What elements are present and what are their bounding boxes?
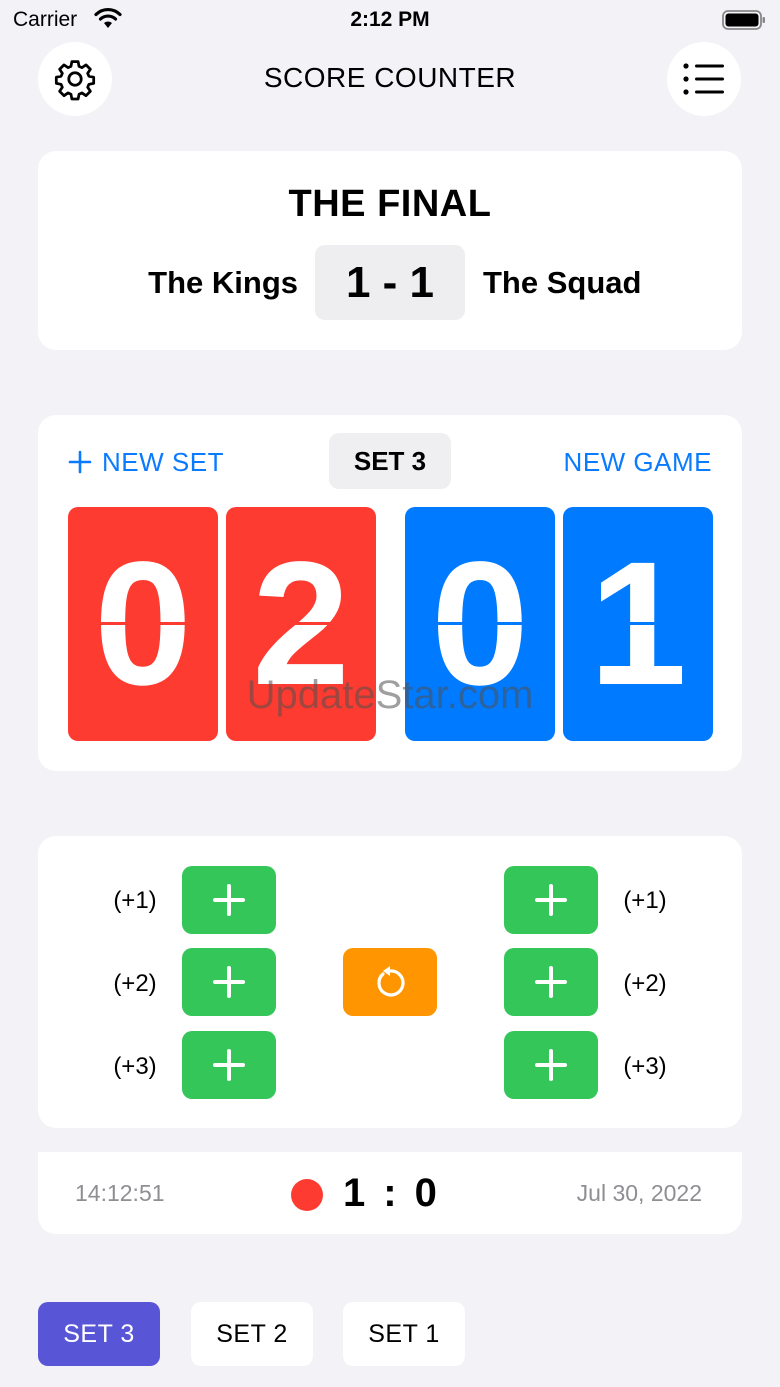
history-list-button[interactable]	[667, 42, 741, 116]
tab-set-3[interactable]: SET 3	[38, 1302, 160, 1366]
list-icon	[683, 63, 724, 95]
plus-icon	[213, 1049, 245, 1081]
history-score-separator: :	[383, 1171, 397, 1215]
right-add-2-button[interactable]	[504, 948, 598, 1016]
left-add-3-button[interactable]	[182, 1031, 276, 1099]
new-set-button[interactable]: NEW SET	[68, 447, 224, 478]
right-increment-label: (+2)	[623, 970, 667, 997]
right-increment-label: (+3)	[623, 1053, 667, 1080]
plus-icon	[535, 1049, 567, 1081]
team-left-name[interactable]: The Kings	[148, 265, 298, 301]
current-set-text: SET 3	[353, 445, 427, 476]
new-game-button[interactable]: NEW GAME	[564, 447, 712, 478]
watermark: UpdateStar.com	[246, 673, 534, 717]
controls-card: (+1) (+2) (+3) (+1) (+2) (+3)	[38, 836, 742, 1128]
flip-divider	[68, 622, 218, 625]
status-bar: Carrier 2:12 PM	[0, 0, 780, 40]
right-add-3-button[interactable]	[504, 1031, 598, 1099]
plus-icon	[213, 966, 245, 998]
right-increment-label: (+1)	[623, 887, 667, 914]
left-add-1-button[interactable]	[182, 866, 276, 934]
plus-icon	[213, 884, 245, 916]
tab-set-2[interactable]: SET 2	[191, 1302, 313, 1366]
clock: 2:12 PM	[350, 8, 430, 31]
new-set-label: NEW SET	[102, 447, 224, 477]
team-color-dot	[291, 1179, 323, 1211]
history-score: 1:0	[343, 1171, 437, 1216]
app-title: SCORE COUNTER	[263, 62, 517, 93]
plus-icon	[535, 966, 567, 998]
left-increment-label: (+2)	[113, 970, 157, 997]
flip-divider	[405, 622, 555, 625]
history-date: Jul 30, 2022	[576, 1180, 702, 1206]
history-row[interactable]: 14:12:51 1:0 Jul 30, 2022	[38, 1152, 742, 1234]
plus-icon	[535, 884, 567, 916]
match-card: THE FINAL The Kings 1 - 1 The Squad	[38, 151, 742, 350]
undo-icon	[377, 966, 405, 997]
scoreboard-card: NEW SET SET 3 NEW GAME 0 2 0 1 UpdateSta…	[38, 415, 742, 771]
left-add-2-button[interactable]	[182, 948, 276, 1016]
right-add-1-button[interactable]	[504, 866, 598, 934]
match-title: THE FINAL	[288, 183, 492, 225]
match-score: 1 - 1	[315, 245, 465, 320]
history-time: 14:12:51	[75, 1180, 165, 1206]
flip-divider	[563, 622, 713, 625]
match-score-text: 1 - 1	[345, 257, 435, 307]
undo-button[interactable]	[343, 948, 437, 1016]
history-score-left: 1	[343, 1171, 366, 1215]
left-increment-label: (+1)	[113, 887, 157, 914]
left-increment-label: (+3)	[113, 1053, 157, 1080]
tab-set-1[interactable]: SET 1	[343, 1302, 465, 1366]
battery-icon	[722, 10, 765, 30]
flip-divider	[226, 622, 376, 625]
team-right-name[interactable]: The Squad	[483, 265, 641, 301]
history-score-right: 0	[414, 1171, 437, 1215]
current-set-label: SET 3	[329, 433, 451, 489]
plus-icon	[68, 450, 92, 474]
